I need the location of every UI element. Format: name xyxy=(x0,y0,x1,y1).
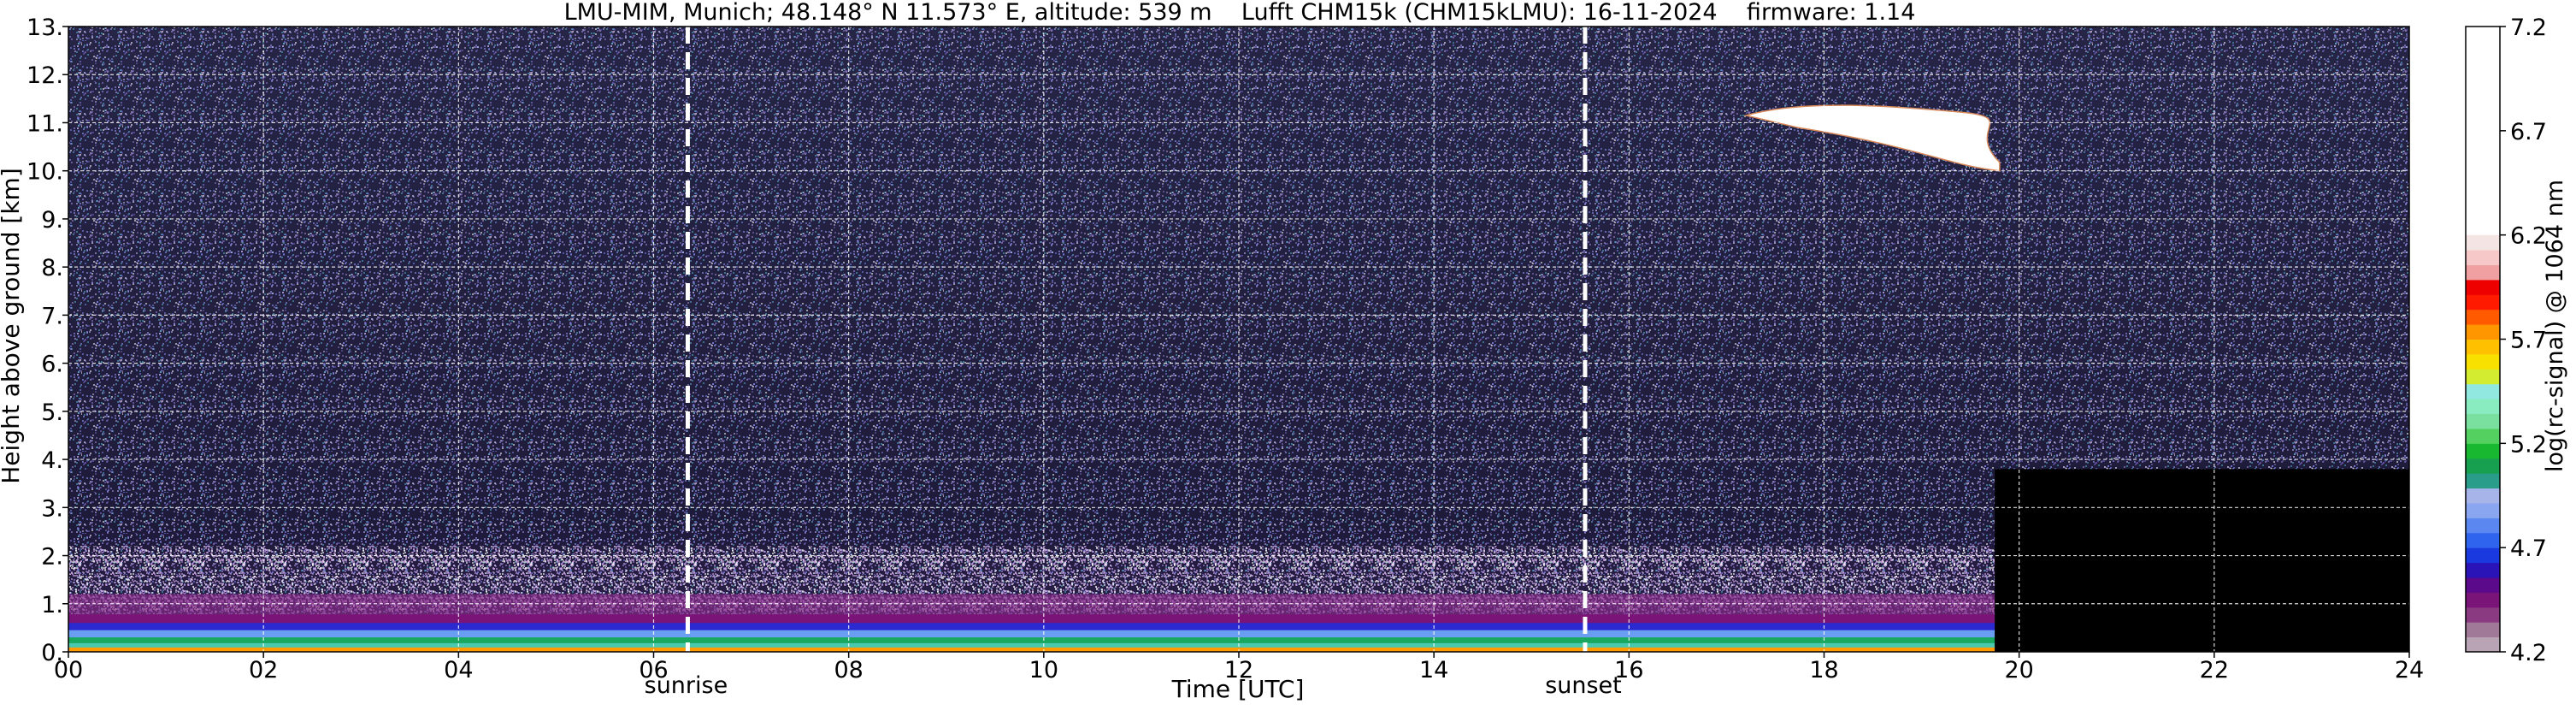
colorbar-segment xyxy=(2466,383,2500,399)
colorbar-segment xyxy=(2466,532,2500,548)
colorbar-tick-label: 6.7 xyxy=(2510,119,2547,145)
colorbar-segment xyxy=(2466,636,2500,653)
colorbar-segment xyxy=(2466,324,2500,340)
colorbar-label: log(rc-signal) @ 1064 nm xyxy=(2542,180,2568,472)
x-tick-label: 06 xyxy=(639,657,668,683)
y-axis: 0. 1. 2. 3. 4. 5. 6. 7. 8. 9. 10. 11. 12. 13. xyxy=(27,15,68,666)
colorbar-segment xyxy=(2466,622,2500,638)
colorbar-segment xyxy=(2466,428,2500,444)
bl-band-cyan xyxy=(68,642,1995,648)
colorbar-segment xyxy=(2466,592,2500,608)
colorbar-segment xyxy=(2466,353,2500,370)
y-tick-label: 12. xyxy=(27,62,63,89)
colorbar-tick-label: 7.2 xyxy=(2510,15,2547,41)
colorbar-segment xyxy=(2466,443,2500,459)
colorbar-segment xyxy=(2466,518,2500,534)
x-tick-label: 08 xyxy=(834,657,863,683)
colorbar-segment xyxy=(2466,399,2500,415)
x-tick-label: 04 xyxy=(444,657,473,683)
y-tick-label: 6. xyxy=(41,352,63,378)
colorbar-segment xyxy=(2466,264,2500,281)
chart-title: LMU-MIM, Munich; 48.148° N 11.573° E, al… xyxy=(564,0,1916,26)
bl-band-green xyxy=(68,637,1995,645)
colorbar-segment xyxy=(2466,488,2500,504)
x-tick-label: 24 xyxy=(2395,657,2424,683)
x-axis-label: Time [UTC] xyxy=(1171,675,1305,703)
y-tick-label: 0. xyxy=(41,640,63,666)
x-tick-label: 20 xyxy=(2004,657,2033,683)
bl-band-orange xyxy=(68,647,1995,652)
colorbar-segment xyxy=(2466,413,2500,429)
y-tick-label: 1. xyxy=(41,592,63,618)
x-tick-label: 10 xyxy=(1029,657,1058,683)
colorbar-segment xyxy=(2466,606,2500,623)
bl-band-lightblue xyxy=(68,630,1995,639)
x-tick-label: 22 xyxy=(2200,657,2229,683)
y-tick-label: 7. xyxy=(41,303,63,329)
y-tick-label: 9. xyxy=(41,207,63,234)
y-tick-label: 11. xyxy=(27,110,63,137)
y-tick-label: 13. xyxy=(27,15,63,41)
x-tick-label: 16 xyxy=(1614,657,1643,683)
colorbar-segment xyxy=(2466,294,2500,311)
colorbar-segment xyxy=(2466,309,2500,325)
colorbar-segment xyxy=(2466,250,2500,265)
colorbar-segment xyxy=(2466,547,2500,564)
colorbar-segment xyxy=(2466,562,2500,578)
x-tick-label: 14 xyxy=(1419,657,1448,683)
no-data-region xyxy=(1995,469,2409,652)
colorbar-segment xyxy=(2466,458,2500,474)
colorbar-segment xyxy=(2466,473,2500,489)
colorbar-tick-label: 4.2 xyxy=(2510,640,2547,666)
colorbar: 4.24.75.25.76.26.77.2 xyxy=(2465,15,2547,666)
y-tick-label: 3. xyxy=(41,495,63,522)
x-tick-label: 18 xyxy=(1809,657,1838,683)
ceilometer-chart-svg: LMU-MIM, Munich; 48.148° N 11.573° E, al… xyxy=(0,0,2568,703)
colorbar-tick-label: 4.7 xyxy=(2510,535,2547,562)
colorbar-segment xyxy=(2466,27,2500,235)
colorbar-segment xyxy=(2466,502,2500,518)
y-tick-label: 10. xyxy=(27,159,63,186)
y-axis-label: Height above ground [km] xyxy=(0,168,25,484)
colorbar-segment xyxy=(2466,369,2500,385)
colorbar-segment xyxy=(2466,279,2500,295)
colorbar-segment xyxy=(2466,577,2500,593)
x-tick-label: 02 xyxy=(249,657,278,683)
ceilometer-chart: LMU-MIM, Munich; 48.148° N 11.573° E, al… xyxy=(0,0,2576,707)
colorbar-segment xyxy=(2466,339,2500,355)
y-tick-label: 8. xyxy=(41,255,63,281)
y-tick-label: 2. xyxy=(41,544,63,571)
y-tick-label: 5. xyxy=(41,399,63,426)
event-label-sunset: sunset xyxy=(1545,672,1622,699)
colorbar-segment xyxy=(2466,234,2500,251)
y-tick-label: 4. xyxy=(41,447,63,474)
